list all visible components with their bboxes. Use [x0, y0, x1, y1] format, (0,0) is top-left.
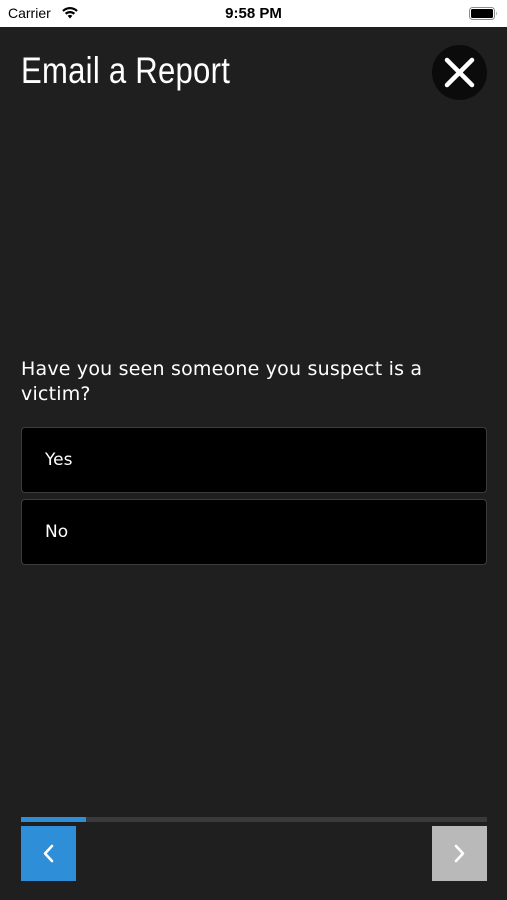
progress-bar — [21, 817, 487, 822]
progress-fill — [21, 817, 87, 822]
option-yes-button[interactable]: Yes — [21, 427, 487, 493]
next-button[interactable] — [432, 826, 487, 881]
option-yes-label: Yes — [45, 450, 73, 470]
question-text: Have you seen someone you suspect is a v… — [21, 358, 423, 405]
close-icon — [444, 57, 475, 88]
chevron-left-icon — [43, 844, 54, 863]
status-bar: Carrier 9:58 PM — [0, 0, 507, 27]
option-no-label: No — [45, 522, 69, 542]
back-button[interactable] — [21, 826, 76, 881]
option-no-button[interactable]: No — [21, 499, 487, 565]
battery-icon — [469, 7, 497, 20]
page-title: Email a Report — [21, 50, 231, 91]
close-button[interactable] — [432, 45, 487, 100]
screen: Carrier 9:58 PM Email a Report Have you … — [0, 0, 507, 900]
chevron-right-icon — [454, 844, 465, 863]
status-time: 9:58 PM — [225, 5, 282, 22]
